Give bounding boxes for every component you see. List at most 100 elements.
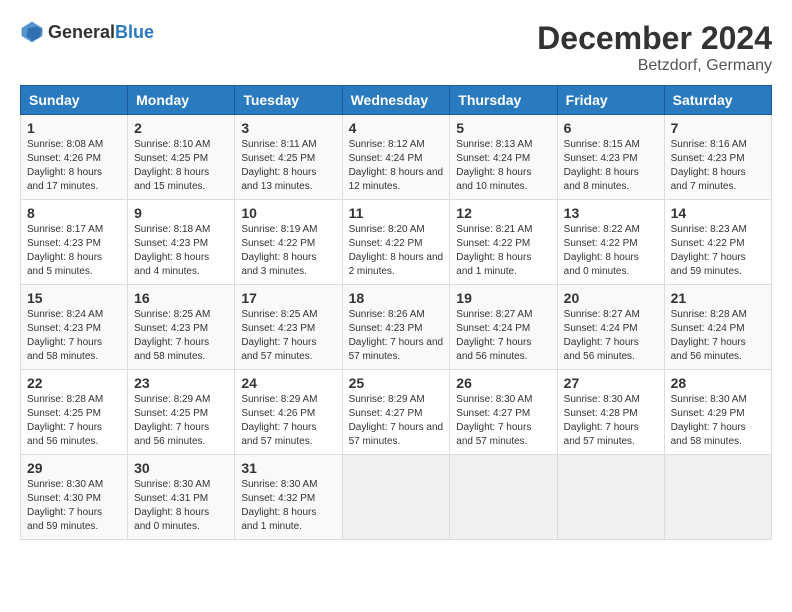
- day-header-sunday: Sunday: [21, 86, 128, 115]
- day-number: 9: [134, 205, 228, 221]
- day-number: 7: [671, 120, 765, 136]
- day-info: Sunrise: 8:12 AM Sunset: 4:24 PM Dayligh…: [349, 138, 444, 194]
- day-info: Sunrise: 8:30 AM Sunset: 4:31 PM Dayligh…: [134, 478, 228, 534]
- calendar-cell: 2 Sunrise: 8:10 AM Sunset: 4:25 PM Dayli…: [128, 115, 235, 200]
- day-number: 1: [27, 120, 121, 136]
- day-info: Sunrise: 8:30 AM Sunset: 4:27 PM Dayligh…: [456, 393, 550, 449]
- calendar-cell: 11 Sunrise: 8:20 AM Sunset: 4:22 PM Dayl…: [342, 200, 450, 285]
- day-info: Sunrise: 8:11 AM Sunset: 4:25 PM Dayligh…: [241, 138, 335, 194]
- day-number: 31: [241, 460, 335, 476]
- day-header-tuesday: Tuesday: [235, 86, 342, 115]
- day-number: 22: [27, 375, 121, 391]
- day-number: 18: [349, 290, 444, 306]
- day-info: Sunrise: 8:24 AM Sunset: 4:23 PM Dayligh…: [27, 308, 121, 364]
- day-header-friday: Friday: [557, 86, 664, 115]
- calendar-cell: 18 Sunrise: 8:26 AM Sunset: 4:23 PM Dayl…: [342, 285, 450, 370]
- calendar-cell: 9 Sunrise: 8:18 AM Sunset: 4:23 PM Dayli…: [128, 200, 235, 285]
- day-info: Sunrise: 8:30 AM Sunset: 4:32 PM Dayligh…: [241, 478, 335, 534]
- logo-text: GeneralBlue: [48, 22, 154, 43]
- day-info: Sunrise: 8:29 AM Sunset: 4:27 PM Dayligh…: [349, 393, 444, 449]
- day-info: Sunrise: 8:13 AM Sunset: 4:24 PM Dayligh…: [456, 138, 550, 194]
- day-number: 16: [134, 290, 228, 306]
- calendar-cell: 30 Sunrise: 8:30 AM Sunset: 4:31 PM Dayl…: [128, 455, 235, 540]
- calendar-cell: 22 Sunrise: 8:28 AM Sunset: 4:25 PM Dayl…: [21, 370, 128, 455]
- calendar-cell: 5 Sunrise: 8:13 AM Sunset: 4:24 PM Dayli…: [450, 115, 557, 200]
- calendar-cell: 20 Sunrise: 8:27 AM Sunset: 4:24 PM Dayl…: [557, 285, 664, 370]
- day-number: 28: [671, 375, 765, 391]
- day-number: 26: [456, 375, 550, 391]
- calendar-cell: 4 Sunrise: 8:12 AM Sunset: 4:24 PM Dayli…: [342, 115, 450, 200]
- main-title: December 2024: [537, 20, 772, 57]
- general-blue-icon: [20, 20, 44, 44]
- day-info: Sunrise: 8:27 AM Sunset: 4:24 PM Dayligh…: [456, 308, 550, 364]
- day-number: 24: [241, 375, 335, 391]
- calendar-cell: 12 Sunrise: 8:21 AM Sunset: 4:22 PM Dayl…: [450, 200, 557, 285]
- calendar-cell: 7 Sunrise: 8:16 AM Sunset: 4:23 PM Dayli…: [664, 115, 771, 200]
- calendar-cell: 31 Sunrise: 8:30 AM Sunset: 4:32 PM Dayl…: [235, 455, 342, 540]
- day-number: 17: [241, 290, 335, 306]
- calendar-cell: 3 Sunrise: 8:11 AM Sunset: 4:25 PM Dayli…: [235, 115, 342, 200]
- title-area: December 2024 Betzdorf, Germany: [537, 20, 772, 75]
- day-header-thursday: Thursday: [450, 86, 557, 115]
- day-number: 23: [134, 375, 228, 391]
- calendar-cell: 25 Sunrise: 8:29 AM Sunset: 4:27 PM Dayl…: [342, 370, 450, 455]
- day-number: 5: [456, 120, 550, 136]
- day-number: 4: [349, 120, 444, 136]
- calendar-cell: 29 Sunrise: 8:30 AM Sunset: 4:30 PM Dayl…: [21, 455, 128, 540]
- day-number: 20: [564, 290, 658, 306]
- calendar-cell: [450, 455, 557, 540]
- calendar-table: SundayMondayTuesdayWednesdayThursdayFrid…: [20, 85, 772, 540]
- day-number: 19: [456, 290, 550, 306]
- day-number: 25: [349, 375, 444, 391]
- day-number: 14: [671, 205, 765, 221]
- day-info: Sunrise: 8:20 AM Sunset: 4:22 PM Dayligh…: [349, 223, 444, 279]
- day-info: Sunrise: 8:23 AM Sunset: 4:22 PM Dayligh…: [671, 223, 765, 279]
- calendar-cell: 8 Sunrise: 8:17 AM Sunset: 4:23 PM Dayli…: [21, 200, 128, 285]
- calendar-cell: [664, 455, 771, 540]
- calendar-cell: 14 Sunrise: 8:23 AM Sunset: 4:22 PM Dayl…: [664, 200, 771, 285]
- day-info: Sunrise: 8:10 AM Sunset: 4:25 PM Dayligh…: [134, 138, 228, 194]
- calendar-week-1: 1 Sunrise: 8:08 AM Sunset: 4:26 PM Dayli…: [21, 115, 772, 200]
- day-number: 6: [564, 120, 658, 136]
- day-info: Sunrise: 8:16 AM Sunset: 4:23 PM Dayligh…: [671, 138, 765, 194]
- calendar-cell: 10 Sunrise: 8:19 AM Sunset: 4:22 PM Dayl…: [235, 200, 342, 285]
- day-number: 10: [241, 205, 335, 221]
- day-number: 30: [134, 460, 228, 476]
- day-header-wednesday: Wednesday: [342, 86, 450, 115]
- header: GeneralBlue December 2024 Betzdorf, Germ…: [20, 20, 772, 75]
- calendar-cell: 26 Sunrise: 8:30 AM Sunset: 4:27 PM Dayl…: [450, 370, 557, 455]
- day-number: 29: [27, 460, 121, 476]
- calendar-cell: [342, 455, 450, 540]
- day-number: 15: [27, 290, 121, 306]
- subtitle: Betzdorf, Germany: [537, 57, 772, 75]
- day-info: Sunrise: 8:30 AM Sunset: 4:30 PM Dayligh…: [27, 478, 121, 534]
- day-info: Sunrise: 8:28 AM Sunset: 4:24 PM Dayligh…: [671, 308, 765, 364]
- calendar-cell: 27 Sunrise: 8:30 AM Sunset: 4:28 PM Dayl…: [557, 370, 664, 455]
- day-number: 8: [27, 205, 121, 221]
- day-info: Sunrise: 8:27 AM Sunset: 4:24 PM Dayligh…: [564, 308, 658, 364]
- day-info: Sunrise: 8:29 AM Sunset: 4:25 PM Dayligh…: [134, 393, 228, 449]
- day-number: 21: [671, 290, 765, 306]
- day-info: Sunrise: 8:21 AM Sunset: 4:22 PM Dayligh…: [456, 223, 550, 279]
- day-number: 2: [134, 120, 228, 136]
- calendar-cell: 19 Sunrise: 8:27 AM Sunset: 4:24 PM Dayl…: [450, 285, 557, 370]
- calendar-week-5: 29 Sunrise: 8:30 AM Sunset: 4:30 PM Dayl…: [21, 455, 772, 540]
- day-number: 11: [349, 205, 444, 221]
- day-info: Sunrise: 8:26 AM Sunset: 4:23 PM Dayligh…: [349, 308, 444, 364]
- day-info: Sunrise: 8:28 AM Sunset: 4:25 PM Dayligh…: [27, 393, 121, 449]
- day-header-monday: Monday: [128, 86, 235, 115]
- day-number: 3: [241, 120, 335, 136]
- day-info: Sunrise: 8:18 AM Sunset: 4:23 PM Dayligh…: [134, 223, 228, 279]
- calendar-week-2: 8 Sunrise: 8:17 AM Sunset: 4:23 PM Dayli…: [21, 200, 772, 285]
- day-info: Sunrise: 8:29 AM Sunset: 4:26 PM Dayligh…: [241, 393, 335, 449]
- calendar-cell: 21 Sunrise: 8:28 AM Sunset: 4:24 PM Dayl…: [664, 285, 771, 370]
- day-info: Sunrise: 8:17 AM Sunset: 4:23 PM Dayligh…: [27, 223, 121, 279]
- day-info: Sunrise: 8:19 AM Sunset: 4:22 PM Dayligh…: [241, 223, 335, 279]
- calendar-cell: 15 Sunrise: 8:24 AM Sunset: 4:23 PM Dayl…: [21, 285, 128, 370]
- day-info: Sunrise: 8:15 AM Sunset: 4:23 PM Dayligh…: [564, 138, 658, 194]
- day-info: Sunrise: 8:25 AM Sunset: 4:23 PM Dayligh…: [241, 308, 335, 364]
- calendar-header-row: SundayMondayTuesdayWednesdayThursdayFrid…: [21, 86, 772, 115]
- calendar-cell: 24 Sunrise: 8:29 AM Sunset: 4:26 PM Dayl…: [235, 370, 342, 455]
- day-info: Sunrise: 8:30 AM Sunset: 4:29 PM Dayligh…: [671, 393, 765, 449]
- calendar-cell: 17 Sunrise: 8:25 AM Sunset: 4:23 PM Dayl…: [235, 285, 342, 370]
